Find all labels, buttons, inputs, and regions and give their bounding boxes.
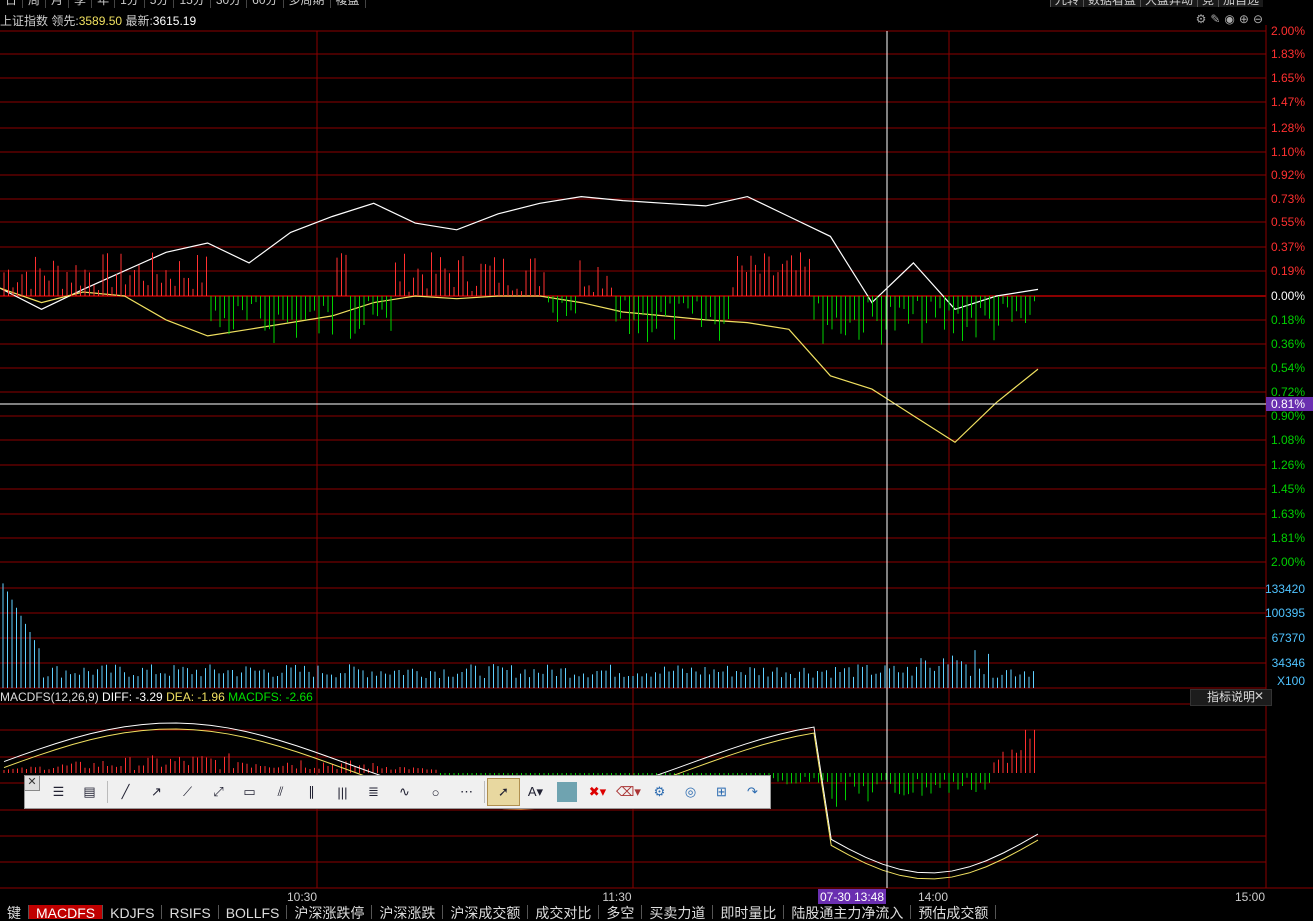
pct-label-up-0: 2.00% (1271, 24, 1305, 38)
pct-label-down-5: 1.08% (1271, 433, 1305, 447)
vol-label-4: X100 (1277, 674, 1305, 688)
indicator-tab-2[interactable]: KDJFS (103, 905, 163, 921)
pct-label-up-3: 1.47% (1271, 95, 1305, 109)
pct-label-up-10: 0.19% (1271, 264, 1305, 278)
pct-label-up-9: 0.37% (1271, 240, 1305, 254)
segment-icon[interactable]: ╱ (110, 779, 141, 805)
close-indicator-icon[interactable]: ✕ (1254, 689, 1264, 703)
time-label-2: 14:00 (918, 890, 948, 904)
pct-label-up-2: 1.65% (1271, 71, 1305, 85)
pct-label-down-2: 0.54% (1271, 361, 1305, 375)
series-line-price (0, 195, 1039, 310)
line-settings-icon[interactable]: ☰ (43, 779, 74, 805)
pct-label-down-0: 0.18% (1271, 313, 1305, 327)
parallel-icon[interactable]: ∥ (296, 779, 327, 805)
time-label-3: 15:00 (1235, 890, 1265, 904)
share-icon[interactable]: ↷ (737, 779, 768, 805)
indicator-tab-3[interactable]: RSIFS (162, 905, 219, 921)
indicator-tab-4[interactable]: BOLLFS (219, 905, 288, 921)
line-icon[interactable]: ⟋ (172, 779, 203, 805)
pct-label-up-6: 0.92% (1271, 168, 1305, 182)
pct-label-down-1: 0.36% (1271, 337, 1305, 351)
pct-label-up-1: 1.83% (1271, 47, 1305, 61)
pct-label-down-10: 2.00% (1271, 555, 1305, 569)
delete-icon[interactable]: ✖▾ (582, 779, 613, 805)
indicator-tab-11[interactable]: 即时量比 (713, 905, 785, 921)
ray-icon[interactable]: ↗ (141, 779, 172, 805)
pct-label-down-4: 0.90% (1271, 409, 1305, 423)
indicator-tab-9[interactable]: 多空 (599, 905, 643, 921)
indicator-tab-7[interactable]: 沪深成交额 (443, 905, 529, 921)
indicator-tab-0[interactable]: 键 (0, 905, 29, 921)
indicator-tab-8[interactable]: 成交对比 (528, 905, 600, 921)
pct-label-up-5: 1.10% (1271, 145, 1305, 159)
rect-icon[interactable]: ▭ (234, 779, 265, 805)
text-style-icon[interactable]: ▤ (74, 779, 105, 805)
indicator-tab-5[interactable]: 沪深涨跌停 (287, 905, 373, 921)
macd-dea: DEA: -1.96 (166, 690, 225, 704)
close-toolbar-icon[interactable]: ✕ (24, 775, 40, 791)
pct-label-down-6: 1.26% (1271, 458, 1305, 472)
layout-icon[interactable]: ⊞ (706, 779, 737, 805)
pct-label-up-8: 0.55% (1271, 215, 1305, 229)
crosshair-time-label: 07-30 13:48 (820, 890, 884, 904)
fib-icon[interactable]: ≣ (358, 779, 389, 805)
macd-macdfs: MACDFS: -2.66 (228, 690, 313, 704)
circle-icon[interactable]: ○ (420, 779, 451, 805)
arrow-icon[interactable]: ⤢ (203, 779, 234, 805)
color-swatch-icon[interactable] (551, 779, 582, 805)
indicator-tab-12[interactable]: 陆股通主力净流入 (784, 905, 912, 921)
vol-label-0: 133420 (1265, 582, 1305, 596)
vol-label-1: 100395 (1265, 606, 1305, 620)
indicator-tab-13[interactable]: 预估成交额 (911, 905, 997, 921)
macd-info: MACDFS(12,26,9) DIFF: -3.29 DEA: -1.96 M… (0, 690, 313, 704)
macd-title: MACDFS(12,26,9) (0, 690, 99, 704)
macd-diff: DIFF: -3.29 (102, 690, 163, 704)
pct-label-up-4: 1.28% (1271, 121, 1305, 135)
visibility-icon[interactable]: ◎ (675, 779, 706, 805)
indicator-tabs: 键 MACDFS KDJFS RSIFS BOLLFS 沪深涨跌停 沪深涨跌 沪深成交额 成交对… (0, 905, 997, 921)
gear-icon[interactable]: ⚙ (644, 779, 675, 805)
time-label-1: 11:30 (602, 890, 631, 904)
pct-label-down-8: 1.63% (1271, 507, 1305, 521)
bars-icon[interactable]: ||| (327, 779, 358, 805)
drawing-toolbar: ☰ ▤ ╱ ↗ ⟋ ⤢ ▭ ⫽ ∥ ||| ≣ ∿ ○ ⋯ ➚ A▾ ✖▾ ⌫▾… (24, 775, 771, 809)
text-tool-icon[interactable]: A▾ (520, 779, 551, 805)
pct-label-down-9: 1.81% (1271, 531, 1305, 545)
crosshair-price-label: 0.81% (1271, 397, 1305, 411)
pct-label-up-11: 0.00% (1271, 289, 1305, 303)
fan-icon[interactable]: ⫽ (265, 779, 296, 805)
series-line-avg (0, 287, 1039, 444)
wave-icon[interactable]: ∿ (389, 779, 420, 805)
pct-label-down-7: 1.45% (1271, 482, 1305, 496)
vol-label-3: 34346 (1272, 656, 1306, 670)
more-icon[interactable]: ⋯ (451, 779, 482, 805)
indicator-tab-1[interactable]: MACDFS (29, 905, 104, 921)
eraser-icon[interactable]: ⌫▾ (613, 779, 644, 805)
indicator-tab-6[interactable]: 沪深涨跌 (372, 905, 444, 921)
indicator-tab-10[interactable]: 买卖力道 (642, 905, 714, 921)
cursor-icon[interactable]: ➚ (487, 778, 520, 806)
pct-label-up-7: 0.73% (1271, 192, 1305, 206)
vol-label-2: 67370 (1272, 631, 1306, 645)
time-label-0: 10:30 (287, 890, 317, 904)
